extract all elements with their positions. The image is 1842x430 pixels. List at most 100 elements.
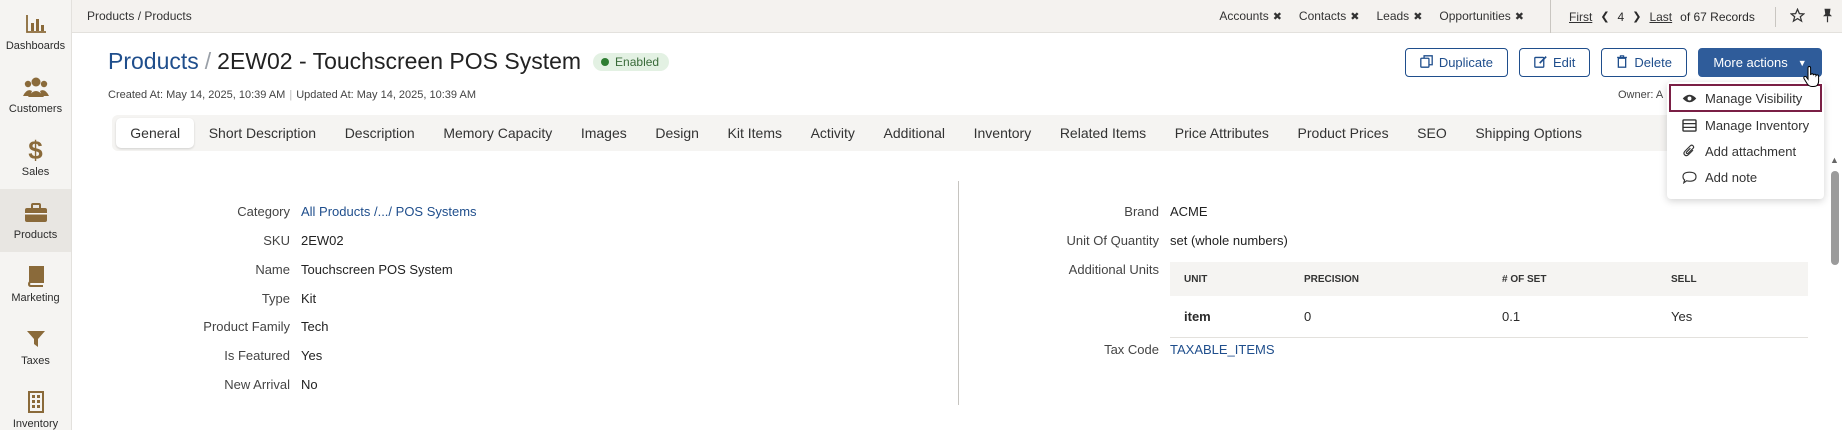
delete-label: Delete <box>1634 55 1672 70</box>
menu-item-manage-visibility[interactable]: Manage Visibility <box>1669 84 1822 112</box>
book-icon <box>23 263 49 289</box>
edit-button[interactable]: Edit <box>1519 48 1591 77</box>
delete-button[interactable]: Delete <box>1601 48 1687 77</box>
pager-first-link[interactable]: First <box>1569 10 1592 24</box>
field-label: Category <box>237 204 290 219</box>
tab-images[interactable]: Images <box>567 118 642 148</box>
pager-current-page: 4 <box>1617 9 1625 24</box>
close-icon[interactable]: ✖ <box>1413 10 1422 23</box>
tab-price-attributes[interactable]: Price Attributes <box>1160 118 1283 148</box>
chevron-right-icon[interactable]: ❯ <box>1632 10 1641 23</box>
tab-general[interactable]: General <box>116 118 195 148</box>
sidebar-item-label: Dashboards <box>5 40 66 52</box>
field-label: Type <box>261 291 290 306</box>
pin-label: Leads <box>1376 9 1410 23</box>
sidebar: Dashboards Customers $ Sales Products Ma… <box>0 0 72 430</box>
field-is-featured: Is Featured Yes <box>110 348 322 363</box>
field-label: Is Featured <box>224 348 290 363</box>
hand-cursor-icon <box>1803 65 1821 91</box>
page-title: Products / 2EW02 - Touchscreen POS Syste… <box>108 48 670 75</box>
column-header: # OF SET <box>1502 273 1547 285</box>
pin-label: Accounts <box>1219 9 1269 23</box>
tab-additional[interactable]: Additional <box>869 118 959 148</box>
sidebar-item-marketing[interactable]: Marketing <box>0 252 71 315</box>
sidebar-item-sales[interactable]: $ Sales <box>0 126 71 189</box>
tax-code-link[interactable]: TAXABLE_ITEMS <box>1170 342 1275 357</box>
sidebar-item-inventory[interactable]: Inventory <box>0 378 71 430</box>
tab-related-items[interactable]: Related Items <box>1046 118 1161 148</box>
menu-item-label: Add attachment <box>1705 143 1797 159</box>
field-value: No <box>301 377 318 392</box>
top-icons <box>1761 0 1842 33</box>
tab-design[interactable]: Design <box>641 118 713 148</box>
pager-last-link[interactable]: Last <box>1649 10 1672 24</box>
scrollbar[interactable]: ▲ <box>1828 153 1842 430</box>
close-icon[interactable]: ✖ <box>1273 10 1282 23</box>
field-value: Kit <box>301 291 317 306</box>
pager-record-count: of 67 Records <box>1680 9 1755 24</box>
tab-activity[interactable]: Activity <box>796 118 869 148</box>
field-label: Name <box>255 262 290 277</box>
table-cell: Yes <box>1671 309 1693 324</box>
field-value: Tech <box>301 319 329 334</box>
title-separator: / <box>204 48 212 74</box>
menu-item-add-attachment[interactable]: Add attachment <box>1667 138 1824 164</box>
pin-leads[interactable]: Leads ✖ <box>1376 9 1422 23</box>
table-cell: 0 <box>1304 309 1312 324</box>
tab-kit-items[interactable]: Kit Items <box>713 118 796 148</box>
sidebar-item-label: Products <box>13 229 58 241</box>
close-icon[interactable]: ✖ <box>1350 10 1359 23</box>
field-value: ACME <box>1170 204 1208 219</box>
field-value: Touchscreen POS System <box>301 262 453 277</box>
tab-bar: General Short Description Description Me… <box>112 115 1812 151</box>
pin-opportunities[interactable]: Opportunities ✖ <box>1439 9 1524 23</box>
tab-seo[interactable]: SEO <box>1403 118 1461 148</box>
menu-item-add-note[interactable]: Add note <box>1667 164 1824 190</box>
sidebar-item-products[interactable]: Products <box>0 189 71 252</box>
field-label: Product Family <box>203 319 290 334</box>
field-new-arrival: New Arrival No <box>110 377 318 392</box>
tab-short-description[interactable]: Short Description <box>194 118 330 148</box>
tab-product-prices[interactable]: Product Prices <box>1283 118 1403 148</box>
table-header: UNIT PRECISION # OF SET SELL <box>1170 262 1808 296</box>
menu-item-label: Manage Inventory <box>1705 117 1810 133</box>
status-dot-icon <box>601 57 610 66</box>
scroll-thumb[interactable] <box>1831 171 1839 265</box>
pin-accounts[interactable]: Accounts ✖ <box>1219 9 1282 23</box>
top-bar: Products / Products Accounts ✖ Contacts ✖ … <box>72 0 1842 33</box>
tab-shipping-options[interactable]: Shipping Options <box>1461 118 1596 148</box>
column-header: UNIT <box>1184 273 1208 285</box>
field-label: Unit Of Quantity <box>1066 233 1159 248</box>
tab-description[interactable]: Description <box>330 118 429 148</box>
scroll-up-icon[interactable]: ▲ <box>1830 155 1839 165</box>
paperclip-icon <box>1681 144 1697 158</box>
tab-inventory[interactable]: Inventory <box>959 118 1045 148</box>
field-label: Tax Code <box>1104 342 1159 357</box>
category-link[interactable]: All Products /.../ POS Systems <box>301 204 477 219</box>
list-icon <box>1681 118 1697 132</box>
menu-item-manage-inventory[interactable]: Manage Inventory <box>1667 112 1824 138</box>
more-actions-label: More actions <box>1713 55 1788 70</box>
field-label: SKU <box>263 233 290 248</box>
chevron-left-icon[interactable]: ❮ <box>1600 10 1609 23</box>
title-products-link[interactable]: Products <box>108 48 199 75</box>
close-icon[interactable]: ✖ <box>1515 10 1524 23</box>
field-type: Type Kit <box>110 291 316 306</box>
eye-icon <box>1681 93 1697 104</box>
field-tax-code: Tax Code TAXABLE_ITEMS <box>1039 342 1275 357</box>
action-buttons: Duplicate Edit Delete More actions ▼ <box>1404 48 1822 77</box>
pin-contacts[interactable]: Contacts ✖ <box>1299 9 1360 23</box>
sidebar-item-customers[interactable]: Customers <box>0 63 71 126</box>
sidebar-item-label: Taxes <box>21 355 50 367</box>
comment-icon <box>1681 171 1697 184</box>
pin-icon[interactable] <box>1812 8 1842 26</box>
updated-at: Updated At: May 14, 2025, 10:39 AM <box>296 89 476 101</box>
tab-memory-capacity[interactable]: Memory Capacity <box>429 118 567 148</box>
table-row: item 0 0.1 Yes <box>1170 296 1808 338</box>
sidebar-item-label: Marketing <box>11 292 60 304</box>
star-icon[interactable] <box>1782 7 1812 26</box>
duplicate-button[interactable]: Duplicate <box>1404 48 1509 77</box>
status-label: Enabled <box>615 54 660 69</box>
sidebar-item-taxes[interactable]: Taxes <box>0 315 71 378</box>
sidebar-item-dashboards[interactable]: Dashboards <box>0 0 71 63</box>
